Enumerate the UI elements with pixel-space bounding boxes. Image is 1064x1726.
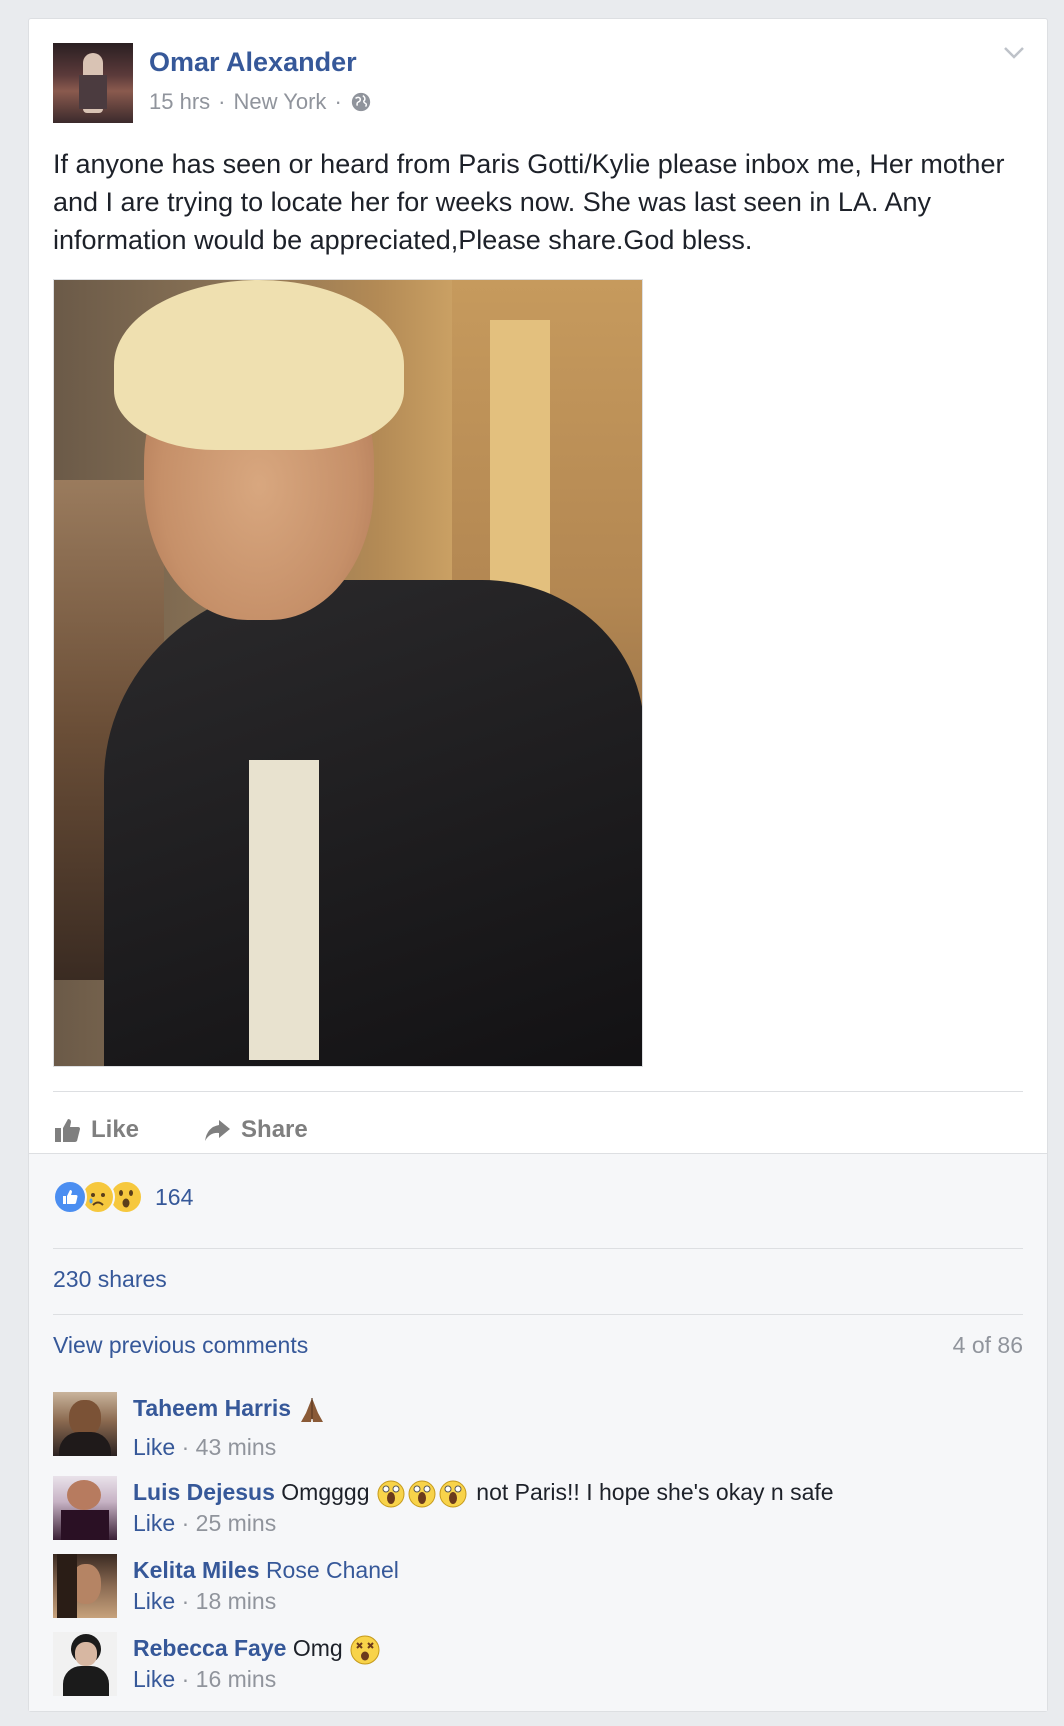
divider xyxy=(53,1091,1023,1092)
meta-separator: · xyxy=(334,89,342,114)
like-button[interactable]: Like xyxy=(53,1107,139,1153)
post-text: If anyone has seen or heard from Paris G… xyxy=(53,149,1005,255)
meta-separator: · xyxy=(181,1666,190,1692)
thumbs-up-icon xyxy=(55,1119,80,1142)
comment: Rebecca Faye Omg Like · 16 mins xyxy=(53,1632,1023,1712)
reaction-count[interactable]: 164 xyxy=(155,1184,193,1211)
commenter-name[interactable]: Kelita Miles xyxy=(133,1557,260,1583)
comment: Taheem Harris Like · 43 mins xyxy=(53,1392,1023,1472)
commenter-avatar[interactable] xyxy=(53,1632,117,1696)
comment-time[interactable]: 18 mins xyxy=(196,1588,277,1614)
commenter-avatar[interactable] xyxy=(53,1476,117,1540)
comment-meta: Like · 16 mins xyxy=(133,1666,276,1693)
comment-text: Omgggg xyxy=(281,1479,370,1505)
comment-body: Luis Dejesus Omgggg not Paris!! I hope s… xyxy=(133,1476,834,1509)
divider xyxy=(53,1248,1023,1249)
commenter-name[interactable]: Taheem Harris xyxy=(133,1395,291,1421)
meta-separator: · xyxy=(181,1434,190,1460)
commenter-name[interactable]: Luis Dejesus xyxy=(133,1479,275,1505)
chevron-down-icon[interactable] xyxy=(1003,45,1025,61)
comment-body: Taheem Harris xyxy=(133,1392,327,1425)
comment-text-continued: not Paris!! I hope she's okay n safe xyxy=(476,1479,834,1505)
like-reaction-icon xyxy=(53,1180,87,1214)
comment-like-link[interactable]: Like xyxy=(133,1434,175,1460)
author-name[interactable]: Omar Alexander xyxy=(149,47,357,78)
comment-body: Kelita Miles Rose Chanel xyxy=(133,1554,399,1586)
post-actions: Like Share xyxy=(53,1107,308,1153)
feedback-section: 164 230 shares View previous comments 4 … xyxy=(29,1153,1047,1711)
comment-time[interactable]: 25 mins xyxy=(196,1510,277,1536)
post-photo[interactable] xyxy=(53,279,643,1067)
comment-meta: Like · 25 mins xyxy=(133,1510,276,1537)
share-arrow-icon xyxy=(205,1120,231,1141)
shares-count[interactable]: 230 shares xyxy=(53,1266,167,1293)
comment-meta: Like · 18 mins xyxy=(133,1588,276,1615)
meta-separator: · xyxy=(181,1510,190,1536)
comment-text: Omg xyxy=(292,1635,343,1661)
comment-count: 4 of 86 xyxy=(952,1332,1023,1358)
divider xyxy=(53,1314,1023,1315)
share-button[interactable]: Share xyxy=(203,1107,308,1153)
globe-icon[interactable] xyxy=(350,91,372,113)
tagged-name-link[interactable]: Rose Chanel xyxy=(266,1557,399,1583)
meta-separator: · xyxy=(181,1588,190,1614)
like-label: Like xyxy=(91,1116,140,1143)
post-time[interactable]: 15 hrs xyxy=(149,89,210,115)
folded-hands-icon xyxy=(301,1397,324,1422)
commenter-avatar[interactable] xyxy=(53,1554,117,1618)
commenter-name[interactable]: Rebecca Faye xyxy=(133,1635,286,1661)
post-card: Omar Alexander 15 hrs · New York · If an… xyxy=(28,18,1048,1712)
reactions-summary[interactable]: 164 xyxy=(53,1180,193,1214)
comment-like-link[interactable]: Like xyxy=(133,1666,175,1692)
comment: Kelita Miles Rose Chanel Like · 18 mins xyxy=(53,1554,1023,1630)
dizzy-face-icon xyxy=(350,1635,380,1665)
view-previous-comments-link[interactable]: View previous comments xyxy=(53,1332,308,1359)
comment-meta: Like · 43 mins xyxy=(133,1434,276,1461)
meta-separator: · xyxy=(218,89,226,114)
comment-like-link[interactable]: Like xyxy=(133,1588,175,1614)
comment-body: Rebecca Faye Omg xyxy=(133,1632,381,1666)
comment: Luis Dejesus Omgggg not Paris!! I hope s… xyxy=(53,1476,1023,1552)
share-label: Share xyxy=(241,1116,308,1143)
commenter-avatar[interactable] xyxy=(53,1392,117,1456)
post-meta: 15 hrs · New York · xyxy=(149,89,372,115)
scream-face-icon xyxy=(377,1480,467,1508)
comment-time[interactable]: 16 mins xyxy=(196,1666,277,1692)
author-avatar[interactable] xyxy=(53,43,133,123)
comment-time[interactable]: 43 mins xyxy=(196,1434,277,1460)
post-location[interactable]: New York xyxy=(233,89,326,115)
comment-like-link[interactable]: Like xyxy=(133,1510,175,1536)
